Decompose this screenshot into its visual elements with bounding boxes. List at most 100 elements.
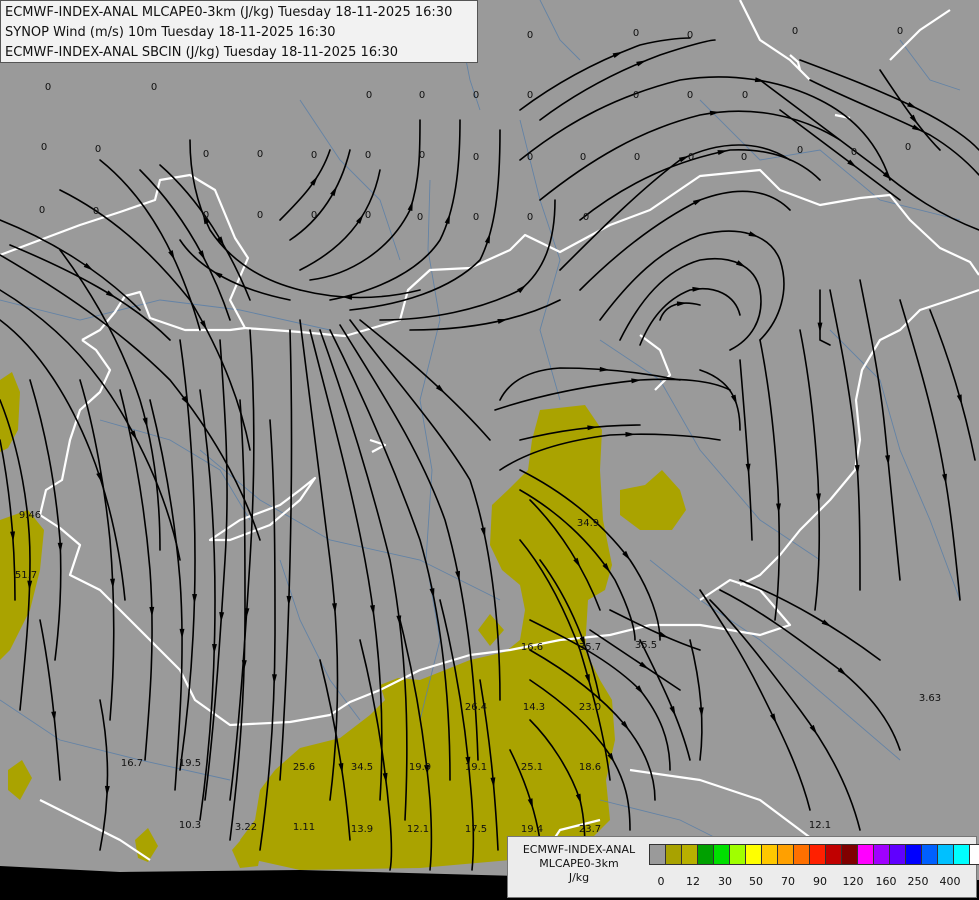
map-value-label: 0 bbox=[851, 147, 857, 158]
map-value-label: 0 bbox=[257, 149, 263, 160]
map-value-label: 0 bbox=[419, 90, 425, 101]
map-value-label: 13.9 bbox=[351, 824, 373, 835]
map-value-label: 0 bbox=[527, 30, 533, 41]
legend-swatch bbox=[969, 844, 979, 865]
legend-swatch bbox=[649, 844, 666, 865]
map-value-label: 0 bbox=[797, 145, 803, 156]
map-value-label: 0 bbox=[311, 210, 317, 221]
legend-swatch bbox=[953, 844, 970, 865]
legend-tick-label: 50 bbox=[749, 875, 763, 888]
map-value-label: 35.7 bbox=[579, 642, 601, 653]
map-value-label: 0 bbox=[473, 212, 479, 223]
map-value-label: 0 bbox=[419, 150, 425, 161]
map-value-label: 0 bbox=[203, 210, 209, 221]
map-value-label: 0 bbox=[203, 149, 209, 160]
legend-tick-label: 90 bbox=[813, 875, 827, 888]
legend-title-unit: J/kg bbox=[568, 871, 590, 884]
map-value-label: 0 bbox=[633, 28, 639, 39]
map-value-label: 0 bbox=[95, 144, 101, 155]
map-value-label: 0 bbox=[792, 26, 798, 37]
legend-swatch bbox=[761, 844, 778, 865]
legend-tick-label: 400 bbox=[939, 875, 961, 888]
title-line-wind: SYNOP Wind (m/s) 10m Tuesday 18-11-2025 … bbox=[5, 25, 336, 40]
legend-title: ECMWF-INDEX-ANAL MLCAPE0-3km J/kg bbox=[512, 843, 646, 885]
legend-swatch bbox=[793, 844, 810, 865]
map-value-label: 0 bbox=[905, 142, 911, 153]
map-value-label: 23.7 bbox=[579, 824, 601, 835]
legend-swatch bbox=[841, 844, 858, 865]
legend-swatch bbox=[713, 844, 730, 865]
legend-title-field: MLCAPE0-3km bbox=[539, 857, 619, 870]
map-value-label: 25.1 bbox=[521, 762, 543, 773]
map-value-label: 0 bbox=[527, 90, 533, 101]
map-value-label: 1.11 bbox=[293, 822, 315, 833]
weather-map: 0 0 0 0 0 0 0 0 0 0 0 0 0 0 0 0 0 0 0 0 0 0 0 0 0 0 0 0 0 0 0 0 0 0 0 0 0 0 0 0… bbox=[0, 0, 979, 900]
map-value-label: 19.9 bbox=[409, 762, 431, 773]
map-value-label: 0 bbox=[687, 30, 693, 41]
legend-swatch bbox=[729, 844, 746, 865]
map-value-label: 34.5 bbox=[351, 762, 373, 773]
map-value-label: 0 bbox=[897, 26, 903, 37]
map-value-label: 9.46 bbox=[19, 510, 41, 521]
map-value-label: 12.1 bbox=[809, 820, 831, 831]
map-value-label: 14.3 bbox=[523, 702, 545, 713]
legend-tick-label: 160 bbox=[875, 875, 897, 888]
legend-tick-label: 250 bbox=[907, 875, 929, 888]
map-value-label: 34.9 bbox=[577, 518, 599, 529]
map-value-label: 0 bbox=[527, 212, 533, 223]
map-value-label: 0 bbox=[742, 90, 748, 101]
map-value-label: 23.0 bbox=[579, 702, 601, 713]
map-value-label: 0 bbox=[257, 210, 263, 221]
map-value-label: 12.1 bbox=[407, 824, 429, 835]
legend-swatch bbox=[697, 844, 714, 865]
legend-swatch bbox=[921, 844, 938, 865]
map-value-label: 0 bbox=[633, 90, 639, 101]
map-value-label: 19.5 bbox=[179, 758, 201, 769]
map-value-label: 0 bbox=[583, 212, 589, 223]
map-value-label: 0 bbox=[634, 152, 640, 163]
map-value-label: 0 bbox=[365, 150, 371, 161]
legend-swatch bbox=[809, 844, 826, 865]
map-value-label: 26.4 bbox=[465, 702, 487, 713]
map-value-label: 0 bbox=[580, 152, 586, 163]
legend-swatch bbox=[777, 844, 794, 865]
map-value-label: 0 bbox=[93, 206, 99, 217]
title-line-cape: ECMWF-INDEX-ANAL MLCAPE0-3km (J/kg) Tues… bbox=[5, 5, 453, 20]
map-value-label: 35.5 bbox=[635, 640, 657, 651]
map-value-label: 0 bbox=[741, 152, 747, 163]
map-value-label: 51.7 bbox=[15, 570, 37, 581]
map-value-label: 0 bbox=[473, 90, 479, 101]
legend-swatch bbox=[873, 844, 890, 865]
color-legend: ECMWF-INDEX-ANAL MLCAPE0-3km J/kg 0 12 30 5… bbox=[507, 836, 979, 898]
legend-swatch bbox=[905, 844, 922, 865]
legend-tick-label: 0 bbox=[657, 875, 665, 888]
map-value-label: 0 bbox=[473, 152, 479, 163]
map-value-label: 0 bbox=[365, 210, 371, 221]
legend-tick-label: 120 bbox=[842, 875, 864, 888]
map-value-label: 0 bbox=[417, 212, 423, 223]
legend-tick-label: 30 bbox=[718, 875, 732, 888]
legend-swatch bbox=[681, 844, 698, 865]
map-value-label: 16.6 bbox=[521, 642, 543, 653]
map-value-label: 18.6 bbox=[579, 762, 601, 773]
map-value-label: 3.63 bbox=[919, 693, 941, 704]
legend-swatch bbox=[937, 844, 954, 865]
map-value-label: 19.4 bbox=[521, 824, 543, 835]
legend-swatch bbox=[857, 844, 874, 865]
map-value-label: 0 bbox=[151, 82, 157, 93]
map-value-label: 0 bbox=[366, 90, 372, 101]
legend-swatch bbox=[665, 844, 682, 865]
legend-title-source: ECMWF-INDEX-ANAL bbox=[522, 843, 636, 856]
legend-swatch bbox=[825, 844, 842, 865]
map-value-label: 0 bbox=[41, 142, 47, 153]
legend-swatch bbox=[889, 844, 906, 865]
map-value-label: 0 bbox=[311, 150, 317, 161]
legend-tick-label: 70 bbox=[781, 875, 795, 888]
map-value-label: 19.1 bbox=[465, 762, 487, 773]
map-value-label: 10.3 bbox=[179, 820, 201, 831]
map-value-label: 0 bbox=[687, 90, 693, 101]
map-canvas: 0 0 0 0 0 0 0 0 0 0 0 0 0 0 0 0 0 0 0 0 0 0 0 0 0 0 0 0 0 0 0 0 0 0 0 0 0 0 0 0… bbox=[0, 0, 979, 900]
title-line-cin: ECMWF-INDEX-ANAL SBCIN (J/kg) Tuesday 18… bbox=[5, 45, 399, 60]
map-title-box: ECMWF-INDEX-ANAL MLCAPE0-3km (J/kg) Tues… bbox=[0, 0, 478, 63]
map-value-label: 0 bbox=[39, 205, 45, 216]
